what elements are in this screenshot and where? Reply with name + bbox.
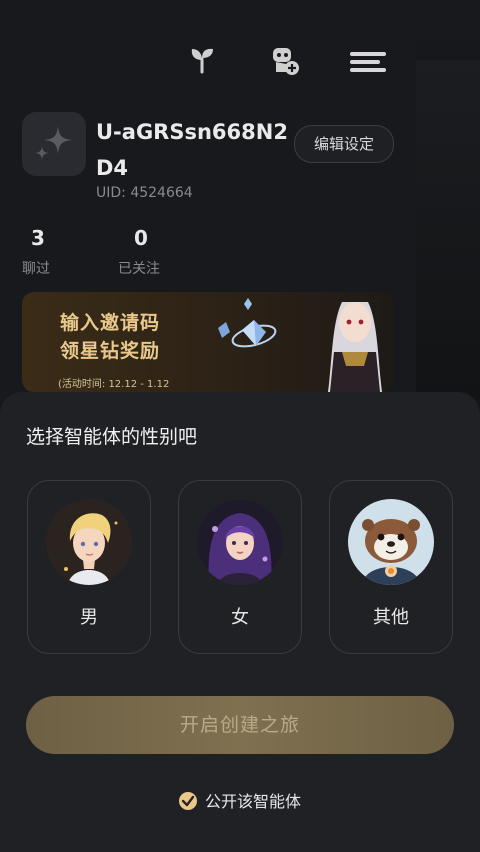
user-id: UID: 4524664 (96, 185, 193, 201)
banner-character-art (218, 298, 382, 392)
gender-selection-sheet: 选择智能体的性别吧 男 女 其他 开启创建之旅 公开该智能体 (0, 392, 480, 852)
girl-avatar (197, 499, 283, 585)
otter-avatar (348, 499, 434, 585)
gender-option-other[interactable]: 其他 (329, 480, 453, 654)
gender-label-other: 其他 (373, 607, 409, 628)
banner-subtitle: 领星钻奖励 (60, 340, 161, 362)
public-agent-label: 公开该智能体 (204, 792, 301, 811)
side-drawer-edge (416, 60, 480, 400)
checkbox-checked-icon[interactable] (178, 792, 197, 810)
gender-label-female: 女 (231, 607, 249, 628)
boy-avatar (46, 499, 132, 585)
gender-option-female[interactable]: 女 (178, 480, 302, 654)
gender-label-male: 男 (80, 607, 98, 628)
avatar[interactable] (22, 112, 86, 176)
invite-code-banner[interactable]: 输入邀请码 领星钻奖励 (活动时间: 12.12 - 1.12 (22, 292, 394, 392)
chatted-label: 聊过 (22, 261, 50, 277)
add-bot-icon[interactable] (266, 42, 302, 78)
gender-option-male[interactable]: 男 (27, 480, 151, 654)
sprout-icon[interactable] (184, 42, 220, 78)
banner-title: 输入邀请码 (60, 312, 161, 334)
start-creation-button[interactable]: 开启创建之旅 (26, 696, 454, 754)
following-label: 已关注 (118, 261, 160, 277)
sheet-title: 选择智能体的性别吧 (26, 426, 198, 448)
username: U-aGRSsn668N2D4 (96, 120, 288, 180)
chatted-count: 3 (31, 226, 45, 250)
public-agent-toggle[interactable]: 公开该智能体 (0, 788, 480, 812)
following-count: 0 (134, 226, 148, 250)
banner-date: (活动时间: 12.12 - 1.12 (58, 379, 170, 390)
menu-icon[interactable] (348, 50, 388, 74)
edit-settings-button[interactable]: 编辑设定 (294, 125, 394, 163)
sparkle-icon (35, 126, 72, 160)
